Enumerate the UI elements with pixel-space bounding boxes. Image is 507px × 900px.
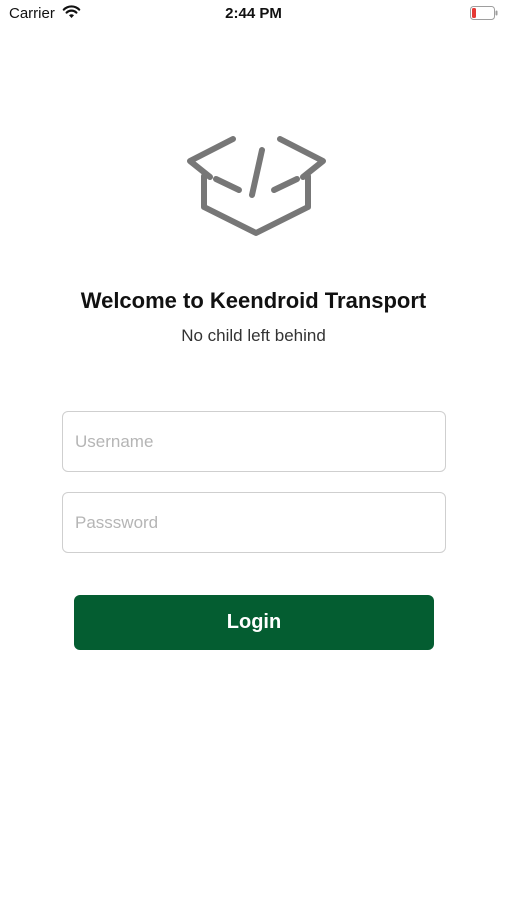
status-bar: Carrier 2:44 PM — [0, 0, 507, 28]
password-input[interactable] — [62, 492, 446, 553]
page-title: Welcome to Keendroid Transport — [80, 288, 427, 313]
code-box-icon — [187, 136, 326, 236]
battery-icon — [470, 6, 498, 20]
username-input[interactable] — [62, 411, 446, 472]
page-subtitle: No child left behind — [181, 326, 326, 345]
status-time: 2:44 PM — [225, 5, 282, 22]
login-button[interactable]: Login — [74, 595, 434, 650]
